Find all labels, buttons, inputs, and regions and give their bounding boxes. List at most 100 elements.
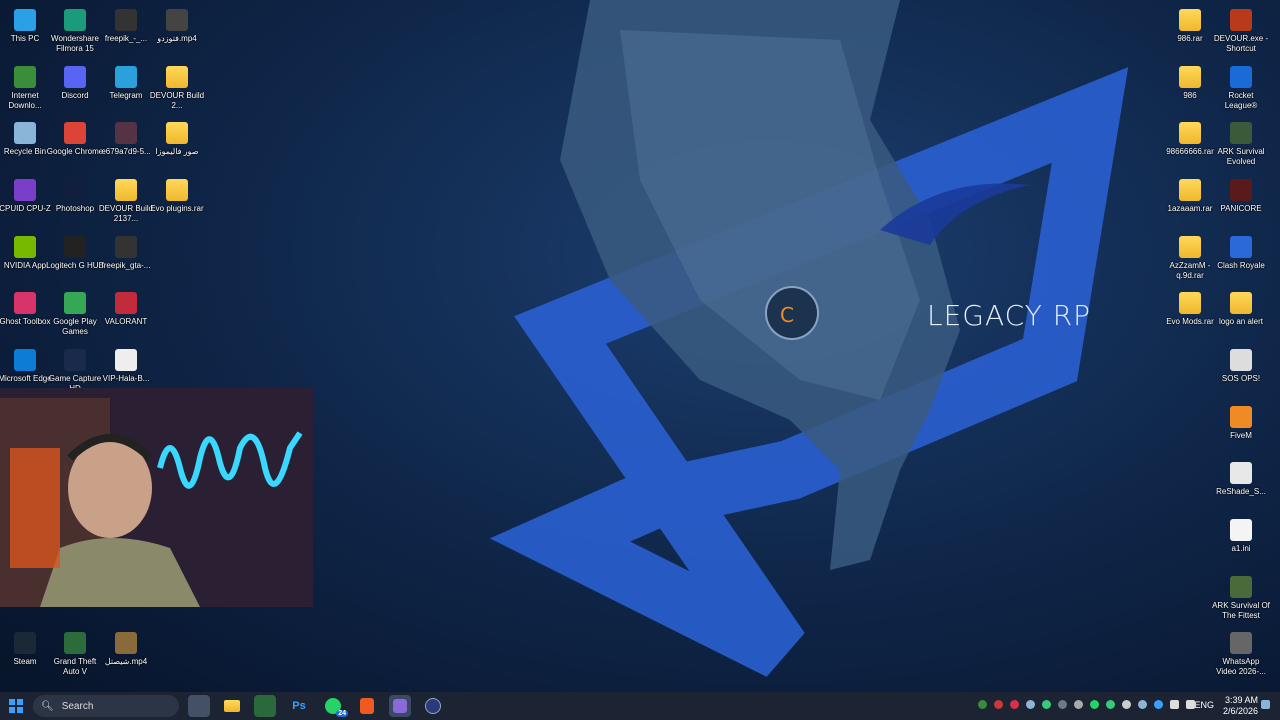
desktop-icon[interactable]: 986.rar bbox=[1163, 4, 1217, 60]
play-games-icon bbox=[64, 292, 86, 314]
desktop-icon-label: logo an alert bbox=[1218, 317, 1264, 326]
desktop-icon[interactable]: a1.ini bbox=[1214, 514, 1268, 570]
tray-icon[interactable] bbox=[994, 700, 1003, 709]
desktop-icon-label: 1azaaam.rar bbox=[1167, 204, 1213, 213]
video-file-icon bbox=[115, 236, 137, 258]
desktop-icon[interactable]: Evo plugins.rar bbox=[150, 174, 204, 230]
desktop-icon[interactable]: Discord bbox=[48, 61, 102, 117]
folder-icon bbox=[1179, 179, 1201, 201]
file-explorer-icon[interactable] bbox=[221, 695, 243, 717]
desktop-icon[interactable]: logo an alert bbox=[1214, 287, 1268, 343]
desktop-icon-label: VALORANT bbox=[104, 317, 148, 326]
desktop-icon[interactable]: Steam bbox=[0, 627, 52, 683]
desktop-icon[interactable]: ARK Survival Evolved bbox=[1214, 117, 1268, 173]
desktop-icon[interactable]: Internet Downlo... bbox=[0, 61, 52, 117]
tray-icon[interactable] bbox=[1122, 700, 1131, 709]
tray-icon[interactable] bbox=[1010, 700, 1019, 709]
search-icon: 🔍︎ bbox=[41, 700, 54, 712]
desktop-icon[interactable]: صور فاليموزا bbox=[150, 117, 204, 173]
desktop-icon[interactable]: NVIDIA App bbox=[0, 231, 52, 287]
desktop-icon[interactable]: PANICORE bbox=[1214, 174, 1268, 230]
folder-icon bbox=[166, 179, 188, 201]
folder-icon bbox=[115, 179, 137, 201]
desktop-icon[interactable]: SOS OPS! bbox=[1214, 344, 1268, 400]
folder-icon bbox=[166, 122, 188, 144]
desktop-icon[interactable]: فتوزدو.mp4 bbox=[150, 4, 204, 60]
network-icon[interactable] bbox=[1170, 700, 1179, 709]
desktop-icon[interactable]: e679a7d9-5... bbox=[99, 117, 153, 173]
tray-icon[interactable] bbox=[978, 700, 987, 709]
desktop-icon-label: ARK Survival Of The Fittest bbox=[1212, 601, 1270, 620]
photoshop-taskbar-icon[interactable]: Ps bbox=[288, 695, 310, 717]
desktop-icon[interactable]: 98666666.rar bbox=[1163, 117, 1217, 173]
brave-icon[interactable] bbox=[356, 695, 378, 717]
desktop-icon-label: Google Play Games bbox=[53, 317, 97, 336]
notification-bell-icon[interactable] bbox=[1261, 700, 1270, 709]
desktop-icon[interactable]: Logitech G HUB bbox=[46, 231, 104, 287]
whatsapp-tray-icon[interactable] bbox=[1090, 700, 1099, 709]
desktop-icon-label: freepik_gta-... bbox=[101, 261, 151, 270]
clock-time: 3:39 AM bbox=[1224, 695, 1258, 705]
desktop-icon-label: شيصتل.mp4 bbox=[104, 657, 148, 666]
nvidia-icon bbox=[14, 236, 36, 258]
edge-icon bbox=[14, 349, 36, 371]
desktop-icon[interactable]: Ghost Toolbox bbox=[0, 287, 52, 343]
desktop-icon[interactable]: Google Play Games bbox=[48, 287, 102, 343]
desktop-icon[interactable]: Clash Royale bbox=[1214, 231, 1268, 287]
svg-text:C: C bbox=[780, 303, 794, 327]
tray-icon[interactable] bbox=[1026, 700, 1035, 709]
tray-icon[interactable] bbox=[1042, 700, 1051, 709]
desktop-icon[interactable]: FiveM bbox=[1214, 401, 1268, 457]
desktop-icon-label: AzZzamM - q.9d.rar bbox=[1169, 261, 1211, 280]
tray-icon[interactable] bbox=[1106, 700, 1115, 709]
desktop-icon[interactable]: Wondershare Filmora 15 bbox=[48, 4, 102, 60]
desktop-icon[interactable]: Evo Mods.rar bbox=[1163, 287, 1217, 343]
language-indicator[interactable]: ENG bbox=[1194, 700, 1214, 710]
desktop-icon[interactable]: Telegram bbox=[99, 61, 153, 117]
app-icon-2[interactable] bbox=[422, 695, 444, 717]
desktop-icon[interactable]: DEVOUR.exe - Shortcut bbox=[1214, 4, 1268, 60]
desktop-icon[interactable]: Google Chrome bbox=[47, 117, 103, 173]
desktop-icon[interactable]: This PC bbox=[0, 4, 52, 60]
desktop-icon[interactable]: VALORANT bbox=[99, 287, 153, 343]
search-placeholder: Search bbox=[61, 700, 94, 712]
desktop-icon[interactable]: DEVOUR Build 2137... bbox=[99, 174, 153, 230]
capture-icon bbox=[64, 349, 86, 371]
desktop-icon[interactable]: Photoshop bbox=[48, 174, 102, 230]
video-file-icon bbox=[1230, 632, 1252, 654]
start-button[interactable] bbox=[5, 695, 27, 717]
desktop-icon-label: a1.ini bbox=[1231, 544, 1251, 553]
desktop-icon[interactable]: Recycle Bin bbox=[0, 117, 52, 173]
active-app-icon[interactable] bbox=[389, 695, 411, 717]
desktop-icon[interactable]: Grand Theft Auto V bbox=[48, 627, 102, 683]
folder-icon bbox=[1179, 66, 1201, 88]
telegram-icon bbox=[115, 66, 137, 88]
desktop-icon[interactable]: شيصتل.mp4 bbox=[99, 627, 153, 683]
desktop-icon[interactable]: WhatsApp Video 2026-... bbox=[1214, 627, 1268, 683]
desktop-icon[interactable]: DEVOUR Build 2... bbox=[150, 61, 204, 117]
desktop-icon[interactable]: ReShade_S... bbox=[1214, 457, 1268, 513]
tray-icon[interactable] bbox=[1154, 700, 1163, 709]
taskbar-search[interactable]: 🔍︎ Search bbox=[33, 695, 179, 717]
whatsapp-taskbar-icon[interactable]: 24 bbox=[322, 695, 348, 717]
recycle-bin-icon bbox=[14, 122, 36, 144]
desktop-icon[interactable]: 986 bbox=[1163, 61, 1217, 117]
desktop-icon[interactable]: AzZzamM - q.9d.rar bbox=[1163, 231, 1217, 287]
desktop-icon[interactable]: freepik_-_... bbox=[99, 4, 153, 60]
desktop-icon[interactable]: CPUID CPU-Z bbox=[0, 174, 52, 230]
desktop-icon[interactable]: ARK Survival Of The Fittest bbox=[1212, 571, 1270, 627]
desktop-icon[interactable]: 1azaaam.rar bbox=[1163, 174, 1217, 230]
desktop-icon-label: Wondershare Filmora 15 bbox=[51, 34, 99, 53]
clock[interactable]: 3:39 AM 2/6/2026 bbox=[1223, 695, 1258, 717]
desktop-icon[interactable]: Rocket League® bbox=[1214, 61, 1268, 117]
clash-royale-icon bbox=[1230, 236, 1252, 258]
tray-icon[interactable] bbox=[1138, 700, 1147, 709]
image-file-icon bbox=[115, 122, 137, 144]
app-icon[interactable] bbox=[254, 695, 276, 717]
desktop-icon[interactable]: freepik_gta-... bbox=[99, 231, 153, 287]
steam-icon bbox=[14, 632, 36, 654]
tray-icon[interactable] bbox=[1058, 700, 1067, 709]
desktop-icon-label: Grand Theft Auto V bbox=[53, 657, 97, 676]
task-view-icon[interactable] bbox=[188, 695, 210, 717]
tray-icon[interactable] bbox=[1074, 700, 1083, 709]
